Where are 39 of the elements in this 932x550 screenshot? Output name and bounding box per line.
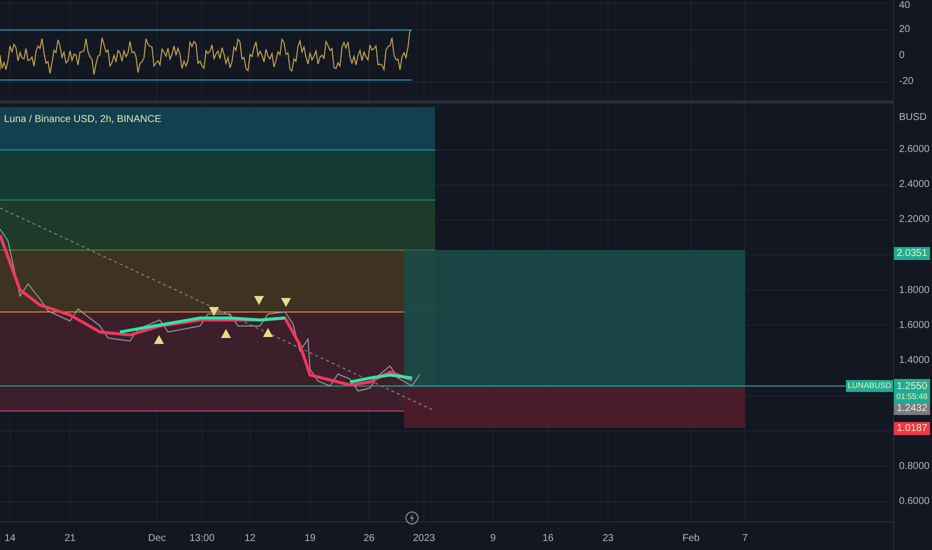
sell-signal-icon bbox=[254, 296, 264, 305]
bar-countdown: 01:55:48 bbox=[896, 392, 928, 402]
currency-label: BUSD bbox=[899, 112, 927, 124]
time-axis-label: 14 bbox=[4, 533, 16, 545]
symbol-tag: LUNABUSD bbox=[846, 380, 893, 392]
time-axis-label: 16 bbox=[542, 533, 554, 545]
time-axis-label: 2023 bbox=[412, 533, 436, 545]
price-tag: 1.0187 bbox=[894, 422, 930, 435]
time-axis-label: 12 bbox=[244, 533, 256, 545]
time-axis-label: 23 bbox=[602, 533, 614, 545]
time-axis-label: 9 bbox=[490, 533, 496, 545]
axis-label: 40 bbox=[899, 0, 910, 12]
time-axis-label: 13:00 bbox=[189, 533, 215, 545]
axis-label: 1.4000 bbox=[899, 355, 930, 368]
time-axis-label: Feb bbox=[682, 533, 700, 545]
axis-label: 0.8000 bbox=[899, 460, 930, 473]
time-axis-label: 7 bbox=[742, 533, 748, 545]
chart-legend: Luna / Binance USD, 2h, BINANCE bbox=[4, 114, 162, 126]
axis-label: 20 bbox=[899, 24, 910, 36]
price-tag: 2.0351 bbox=[894, 247, 930, 260]
buy-signal-icon bbox=[263, 328, 273, 337]
axis-label: 2.4000 bbox=[899, 179, 930, 192]
lightning-icon[interactable] bbox=[405, 511, 419, 525]
time-axis-label: 19 bbox=[304, 533, 316, 545]
last-price: 1.2550 bbox=[896, 381, 928, 392]
axis-label: 0 bbox=[899, 50, 905, 62]
axis-label: -20 bbox=[899, 76, 914, 88]
axis-label: 0.6000 bbox=[899, 496, 930, 508]
buy-signal-icon bbox=[154, 335, 164, 344]
axis-label: 1.6000 bbox=[899, 320, 930, 332]
axis-label: 1.8000 bbox=[899, 284, 930, 297]
axis-label: 2.2000 bbox=[899, 214, 930, 226]
buy-signal-icon bbox=[221, 329, 231, 338]
sell-signal-icon bbox=[209, 307, 219, 316]
time-axis-label: 26 bbox=[363, 533, 375, 545]
sell-signal-icon bbox=[281, 298, 291, 307]
time-axis-label: Dec bbox=[148, 533, 166, 545]
time-axis-label: 21 bbox=[64, 533, 76, 545]
axis-label: 2.6000 bbox=[899, 144, 930, 156]
